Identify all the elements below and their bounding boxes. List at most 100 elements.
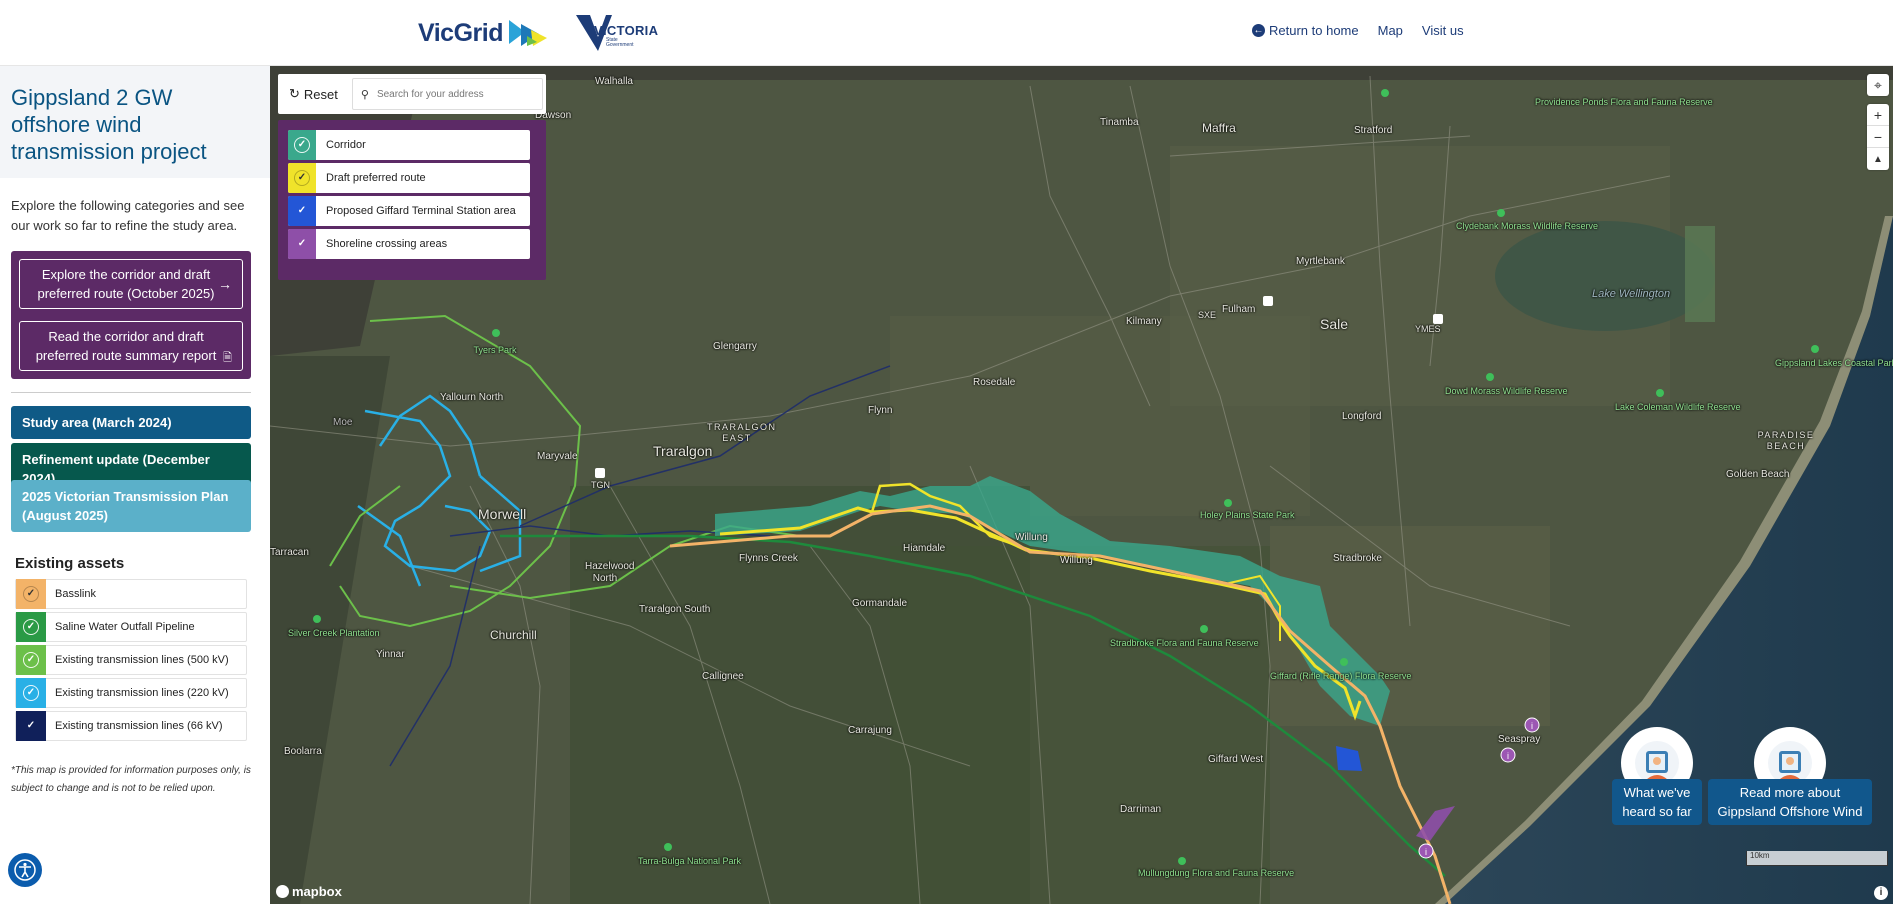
map-label-seaspray: Seaspray — [1498, 734, 1541, 745]
info-icon[interactable]: i — [1874, 886, 1888, 900]
map-label-rosedale: Rosedale — [973, 377, 1016, 388]
compass-icon[interactable]: ▲ — [1867, 148, 1889, 170]
address-search-input[interactable]: ⚲ Search for your address — [351, 78, 543, 110]
explore-corridor-button[interactable]: Explore the corridor and draft preferred… — [19, 259, 243, 309]
map-label-stratford: Stratford — [1354, 125, 1393, 136]
map-scale-bar: 10km — [1746, 851, 1888, 866]
map-label-darriman: Darriman — [1120, 804, 1162, 815]
search-icon: ⚲ — [360, 88, 369, 101]
victoria-government-logo[interactable]: VICTORIA State Government — [576, 13, 658, 51]
check-icon: ✓ — [26, 720, 36, 731]
map-label-mullungdung: Mullungdung Flora and Fauna Reserve — [1138, 868, 1295, 878]
map-label-silver-creek: Silver Creek Plantation — [288, 628, 380, 638]
mapbox-attribution[interactable]: mapbox — [276, 884, 342, 899]
check-icon: ✓ — [297, 205, 307, 216]
zoom-out-icon[interactable]: − — [1867, 126, 1889, 148]
map-label-flynn: Flynn — [868, 405, 893, 416]
map-label-giffard-reserve: Giffard (Rifle Range) Flora Reserve — [1270, 671, 1412, 681]
existing-assets-heading: Existing assets — [15, 555, 125, 572]
document-icon: 🗎 — [223, 352, 232, 364]
geolocate-icon[interactable]: ⌖ — [1867, 74, 1889, 96]
layer-toggle-shoreline[interactable]: ✓ Shoreline crossing areas — [288, 229, 530, 259]
map-label-traralgon-east: TRARALGON EAST — [707, 422, 777, 443]
check-icon: ✓ — [294, 137, 310, 153]
search-bar: ↻ Reset ⚲ Search for your address — [278, 74, 546, 114]
map-label-willung-north: Willung — [1015, 532, 1048, 543]
map-label-lake-coleman: Lake Coleman Wildlife Reserve — [1615, 402, 1741, 412]
svg-text:i: i — [1425, 847, 1427, 857]
svg-text:i: i — [1531, 721, 1533, 731]
vicgrid-logo[interactable]: VicGrid — [418, 18, 549, 48]
arrow-circle-left-icon: ← — [1252, 24, 1265, 37]
map-label-hazelwood: Hazelwood North — [585, 561, 635, 584]
asset-toggle-500kv[interactable]: ✓ Existing transmission lines (500 kV) — [15, 645, 247, 675]
reset-button[interactable]: ↻ Reset — [281, 78, 346, 110]
map-label-hiamdale: Hiamdale — [903, 543, 946, 554]
map-label-providence: Providence Ponds Flora and Fauna Reserve — [1535, 97, 1713, 107]
map-label-golden-beach: Golden Beach — [1726, 469, 1790, 480]
map-label-moe: Moe — [333, 417, 353, 428]
shoreline-swatch: ✓ — [288, 229, 316, 259]
what-weve-heard-button[interactable]: What we've heard so far — [1612, 779, 1702, 825]
layer-toggle-terminal-station[interactable]: ✓ Proposed Giffard Terminal Station area — [288, 196, 530, 226]
asset-toggle-basslink[interactable]: ✓ Basslink — [15, 579, 247, 609]
nav-map[interactable]: Map — [1378, 23, 1403, 38]
map-label-stradbroke-reserve: Stradbroke Flora and Fauna Reserve — [1110, 638, 1259, 648]
nav-return-home[interactable]: ← Return to home — [1252, 23, 1359, 38]
map-label-holey-plains: Holey Plains State Park — [1200, 510, 1295, 520]
draft-route-swatch: ✓ — [288, 163, 316, 193]
66kv-swatch: ✓ — [16, 711, 46, 741]
refresh-icon: ↻ — [289, 86, 300, 101]
summary-report-button[interactable]: Read the corridor and draft preferred ro… — [19, 321, 243, 371]
asset-toggle-220kv[interactable]: ✓ Existing transmission lines (220 kV) — [15, 678, 247, 708]
layer-toggle-panel: ✓ Corridor ✓ Draft preferred route ✓ Pro… — [278, 120, 546, 280]
corridor-swatch: ✓ — [288, 130, 316, 160]
arrow-right-icon: → — [218, 276, 232, 292]
map-label-stradbroke: Stradbroke — [1333, 553, 1382, 564]
map-label-longford: Longford — [1342, 411, 1382, 422]
category-study-area[interactable]: Study area (March 2024) — [11, 406, 251, 439]
map-label-flynns-creek: Flynns Creek — [739, 553, 798, 564]
nav-visit-us[interactable]: Visit us — [1422, 23, 1464, 38]
map-label-gippsland-lakes: Gippsland Lakes Coastal Park — [1775, 358, 1893, 368]
top-nav: ← Return to home Map Visit us — [1252, 23, 1483, 38]
check-icon: ✓ — [23, 619, 39, 635]
check-icon: ✓ — [23, 685, 39, 701]
page-title: Gippsland 2 GW offshore wind transmissio… — [11, 85, 207, 164]
map-label-fulham: Fulham — [1222, 304, 1256, 315]
map-label-yallourn: Yallourn North — [440, 392, 504, 403]
check-icon: ✓ — [297, 238, 307, 249]
map-label-kilmany: Kilmany — [1126, 316, 1162, 327]
asset-toggle-66kv[interactable]: ✓ Existing transmission lines (66 kV) — [15, 711, 247, 741]
card-read-more: Read more about Gippsland Offshore Wind — [1708, 727, 1872, 825]
map-label-walhalla: Walhalla — [595, 76, 633, 87]
map-canvas[interactable]: i i i Walhalla Dawson Tinamba Maffra Str… — [270, 66, 1893, 904]
category-transmission-plan[interactable]: 2025 Victorian Transmission Plan (August… — [11, 480, 251, 532]
layer-toggle-draft-route[interactable]: ✓ Draft preferred route — [288, 163, 530, 193]
card-what-weve-heard: What we've heard so far — [1612, 727, 1702, 825]
map-label-morwell: Morwell — [478, 506, 527, 522]
terminal-station-swatch: ✓ — [288, 196, 316, 226]
map-label-maryvale: Maryvale — [537, 451, 578, 462]
accessibility-button[interactable] — [8, 853, 42, 887]
map-label-paradise-beach: PARADISE BEACH — [1757, 430, 1815, 451]
map-label-yinnar: Yinnar — [376, 649, 405, 660]
mapbox-logo-icon — [276, 885, 289, 898]
check-icon: ✓ — [23, 586, 39, 602]
sidebar: Gippsland 2 GW offshore wind transmissio… — [0, 66, 270, 904]
map-label-sxe: SXE — [1198, 310, 1217, 320]
zoom-in-icon[interactable]: + — [1867, 104, 1889, 126]
map-label-traralgon: Traralgon — [653, 443, 713, 459]
map-label-traralgon-south: Traralgon South — [639, 604, 711, 615]
map-label-churchill: Churchill — [490, 628, 537, 642]
disclaimer-text: *This map is provided for information pu… — [11, 765, 251, 794]
layer-toggle-corridor[interactable]: ✓ Corridor — [288, 130, 530, 160]
asset-toggle-saline-pipeline[interactable]: ✓ Saline Water Outfall Pipeline — [15, 612, 247, 642]
saline-pipeline-swatch: ✓ — [16, 612, 46, 642]
map-label-willung: Willung — [1060, 555, 1093, 566]
read-more-offshore-wind-button[interactable]: Read more about Gippsland Offshore Wind — [1708, 779, 1872, 825]
basslink-swatch: ✓ — [16, 579, 46, 609]
map-label-carrajung: Carrajung — [848, 725, 892, 736]
map-label-lake-wellington: Lake Wellington — [1592, 288, 1671, 300]
check-icon: ✓ — [23, 652, 39, 668]
